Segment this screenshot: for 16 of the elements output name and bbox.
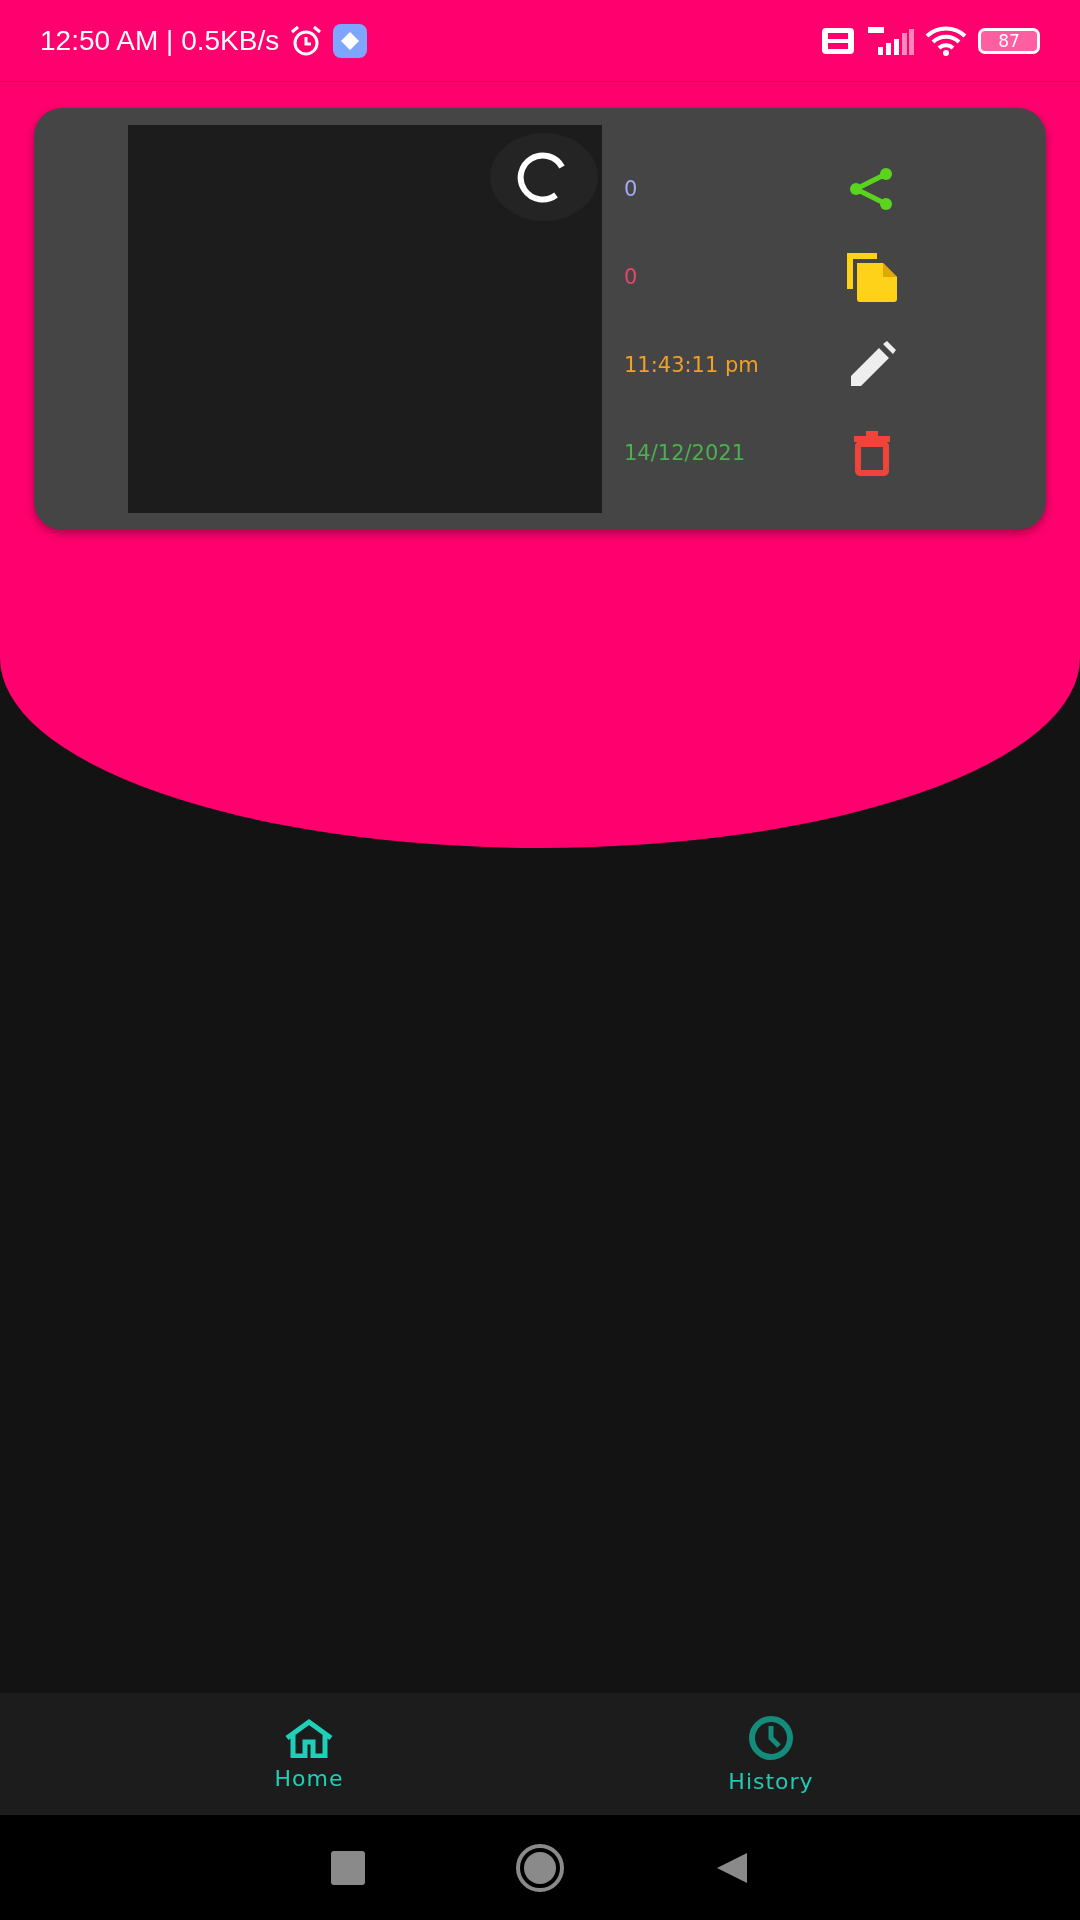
record-value: 0: [624, 177, 639, 201]
home-nav-icon[interactable]: [515, 1842, 565, 1893]
wifi-icon: [924, 24, 968, 57]
nav-tab[interactable]: Home: [78, 1693, 540, 1815]
app-icon: [333, 23, 368, 58]
battery-indicator: 87: [978, 27, 1040, 54]
record-value: 0: [624, 265, 639, 289]
recents-icon[interactable]: [331, 1850, 365, 1885]
nav-tab[interactable]: History: [540, 1693, 1002, 1815]
alarm-icon: [289, 24, 324, 57]
record-value: 14/12/2021: [624, 441, 747, 465]
back-icon[interactable]: [715, 1850, 749, 1885]
trash-icon: [852, 430, 892, 476]
record-value: 11:43:11 pm: [624, 353, 760, 377]
status-time: 12:50 AM | 0.5KB/s: [40, 24, 280, 57]
copy-icon: [845, 251, 899, 303]
